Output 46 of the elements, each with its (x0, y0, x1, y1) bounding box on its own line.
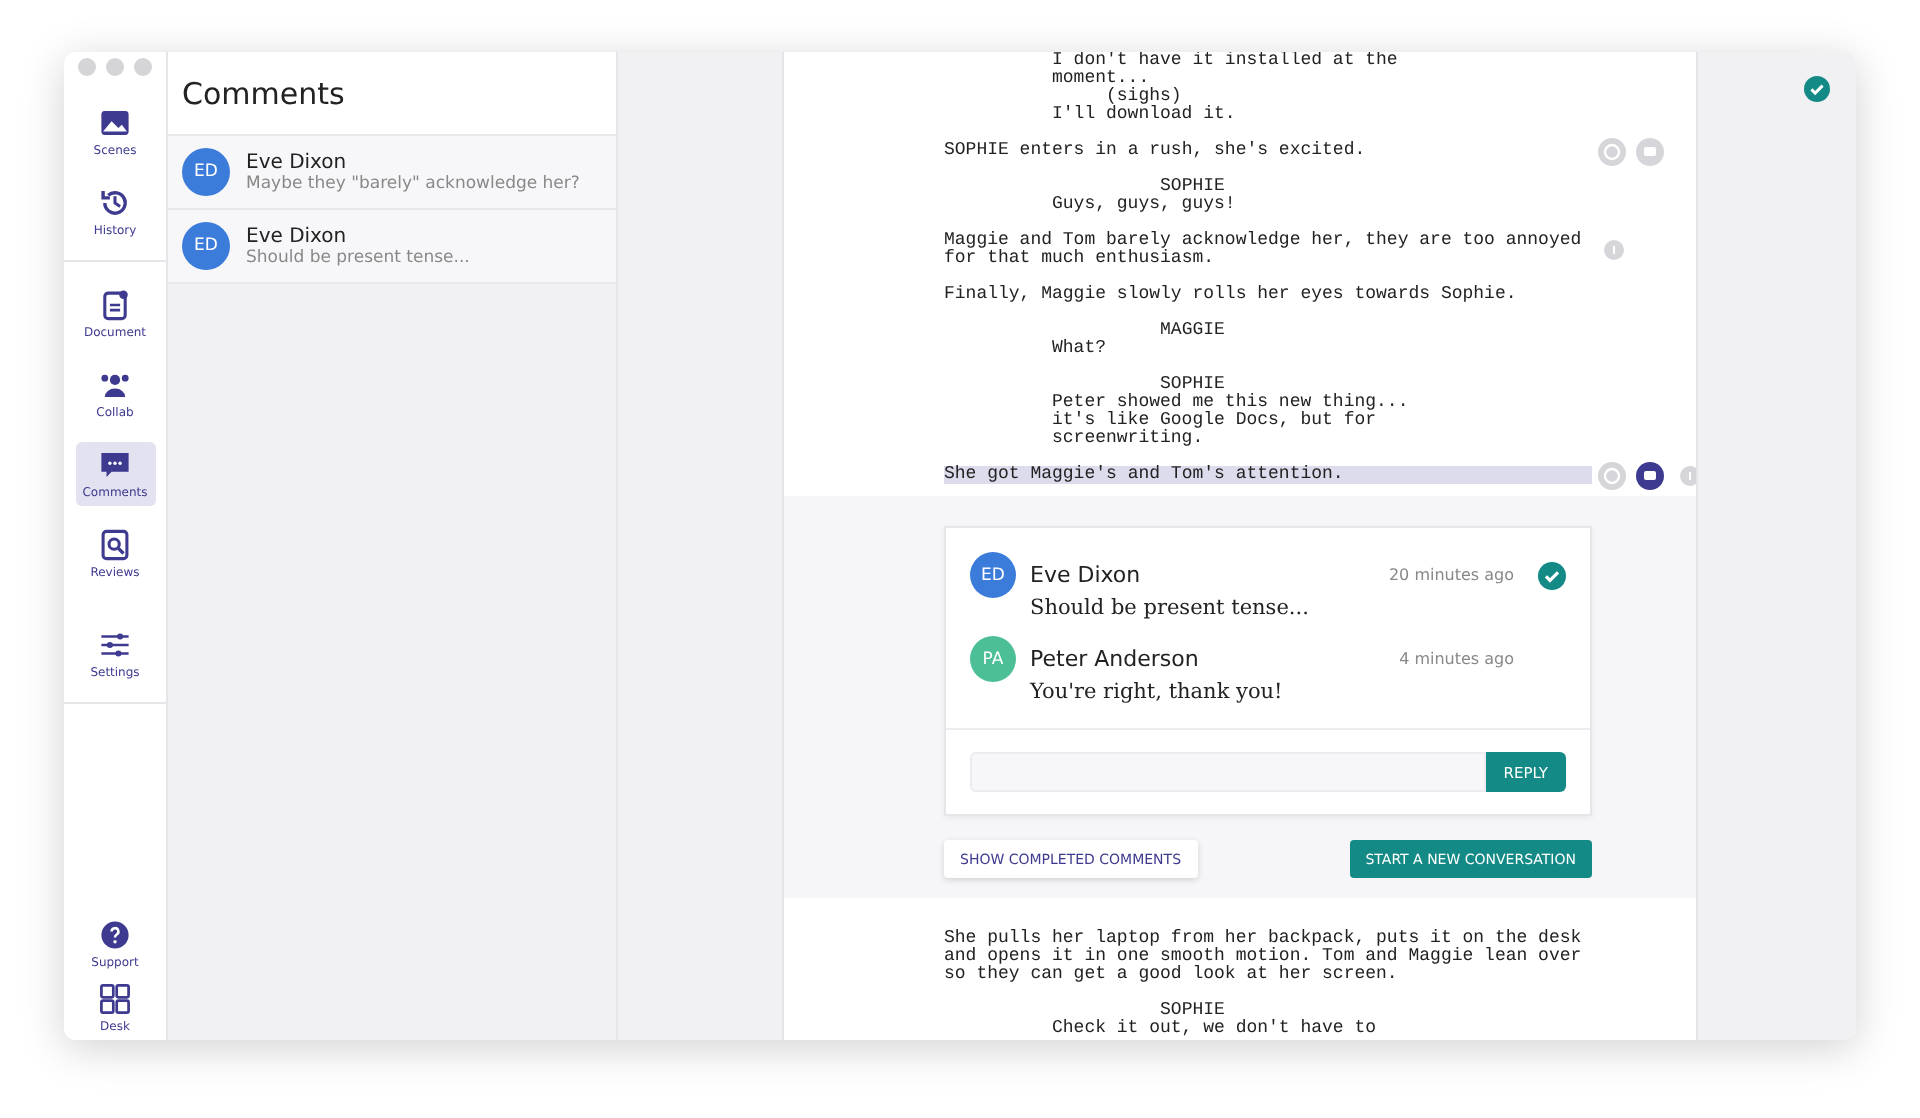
avatar: PA (970, 636, 1016, 682)
comment-text: Should be present tense... (1028, 596, 1311, 620)
check-icon[interactable] (1538, 561, 1566, 589)
script-line: Maggie and Tom barely acknowledge her, they are too annoyed for that much enthusiasm. (944, 232, 1584, 268)
comment-time: 4 minutes ago (1399, 650, 1514, 668)
commenter-name: Eve Dixon (1030, 562, 1143, 588)
note-dot-icon[interactable] (1604, 240, 1624, 260)
script-line: SOPHIE (1160, 376, 1226, 394)
comment-text: You're right, thank you! (1027, 680, 1285, 704)
script-line: Check it out, we don't have to (1050, 1020, 1379, 1038)
history-icon[interactable] (1598, 137, 1626, 165)
comment-list-item[interactable]: ED Eve Dixon Should be present tense... (168, 210, 616, 284)
script-line: Finally, Maggie slowly rolls her eyes towards Sophie. (944, 286, 1519, 304)
avatar: ED (182, 222, 230, 270)
comment-icon[interactable] (1636, 461, 1664, 489)
commenter-name: Peter Anderson (1030, 646, 1201, 672)
reply-field[interactable] (970, 752, 1486, 792)
comment-preview: Maybe they "barely" acknowledge her? (246, 173, 580, 193)
help-icon (98, 918, 132, 952)
script-line: I'll download it. (1050, 106, 1238, 124)
picture-icon (98, 106, 132, 140)
script-line: She pulls her laptop from her backpack, puts it on the desk and opens it in one smooth motion. Tom and Maggie lean over so they can get a good look at her screen. (944, 930, 1584, 984)
script-line: SOPHIE (1158, 178, 1227, 196)
commenter-name: Eve Dixon (246, 225, 349, 247)
grid-icon (98, 982, 132, 1016)
panel-title: Comments (182, 75, 345, 111)
commenter-name: Eve Dixon (246, 151, 349, 173)
check-icon (1804, 76, 1830, 102)
document-icon (98, 288, 132, 322)
script-line: SOPHIE enters in a rush, she's excited. (944, 142, 1368, 160)
script-line: MAGGIE (1158, 322, 1227, 340)
history-icon (98, 186, 132, 220)
comment-time: 20 minutes ago (1388, 566, 1514, 584)
comment-list-item[interactable]: ED Eve Dixon Maybe they "barely" acknowledge her? (168, 136, 616, 210)
history-icon[interactable] (1598, 461, 1626, 489)
script-line: (sighs) (1104, 88, 1182, 106)
avatar: ED (182, 148, 230, 196)
magnifier-icon (98, 528, 132, 562)
comment-preview: Should be present tense... (246, 247, 470, 267)
script-line: What? (1050, 340, 1109, 358)
script-line: SOPHIE (1158, 1002, 1227, 1020)
settings-icon (98, 628, 132, 662)
script-line: Guys, guys, guys! (1050, 196, 1238, 214)
avatar: ED (970, 552, 1016, 598)
chat-icon (98, 448, 132, 482)
script-line: Peter showed me this new thing... it's like Google Docs, but for screenwriting. (1050, 394, 1411, 448)
